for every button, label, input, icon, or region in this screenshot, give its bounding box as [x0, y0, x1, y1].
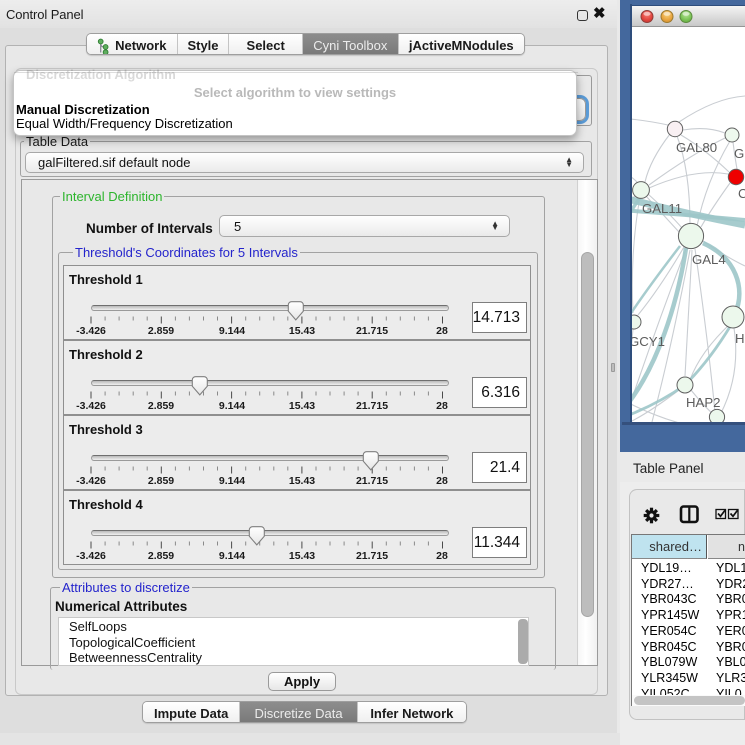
svg-text:HAP2: HAP2 — [686, 395, 720, 410]
svg-text:GAL11: GAL11 — [642, 201, 682, 216]
svg-text:GCY1: GCY1 — [632, 334, 665, 349]
svg-text:C: C — [738, 186, 745, 201]
svg-text:H: H — [735, 331, 745, 346]
svg-text:G.: G. — [734, 146, 745, 161]
svg-text:GAL80: GAL80 — [676, 140, 717, 155]
svg-text:GAL4: GAL4 — [692, 252, 726, 267]
